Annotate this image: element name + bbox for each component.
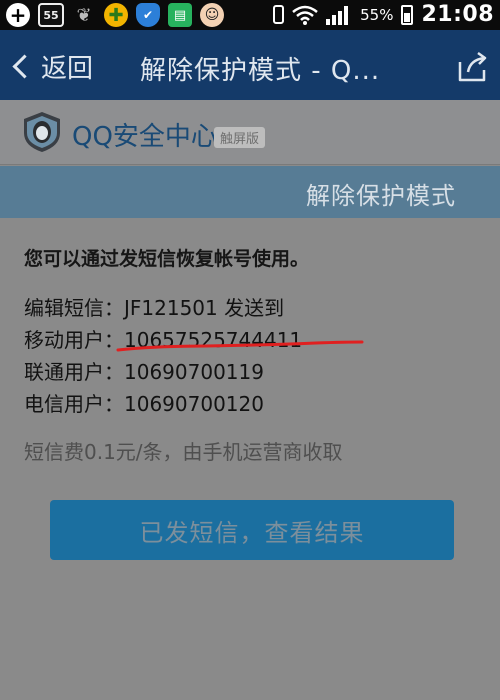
system-indicators: 55% 21:08 — [273, 2, 494, 27]
app-name: QQ安全中心 — [72, 122, 217, 152]
clock: 21:08 — [421, 2, 494, 27]
vibrate-icon — [273, 5, 285, 24]
section-bar: 解除保护模式 — [0, 166, 500, 218]
fee-note: 短信费0.1元/条，由手机运营商收取 — [24, 440, 343, 464]
chevron-left-icon — [12, 53, 37, 79]
intro-text: 您可以通过发短信恢复帐号使用。 — [24, 248, 310, 270]
qq-security-logo-icon — [24, 112, 60, 152]
signal-icon — [326, 5, 349, 25]
section-title: 解除保护模式 — [306, 182, 456, 210]
badge-55-icon: 55 — [38, 3, 64, 27]
book-icon: ▤ — [168, 3, 192, 27]
sms-instruction: 编辑短信：JF121501 发送到 — [24, 296, 285, 320]
unicom-number: 联通用户：10690700119 — [24, 360, 264, 384]
touch-version-badge: 触屏版 — [214, 127, 266, 148]
page-title: 解除保护模式 - Q... — [140, 56, 381, 86]
telecom-number: 电信用户：10690700120 — [24, 392, 264, 416]
shield-icon: ✔ — [136, 3, 160, 27]
check-result-button[interactable]: 已发短信，查看结果 — [50, 500, 454, 560]
avatar-icon: ☺ — [200, 3, 224, 27]
add-icon: + — [6, 3, 30, 27]
leaf-icon: ❦ — [76, 4, 92, 26]
badge-55-text: 55 — [43, 8, 59, 22]
check-result-label: 已发短信，查看结果 — [139, 518, 365, 547]
status-bar: + 55 ❦ ✚ ✔ ▤ ☺ 55% 21:08 — [0, 0, 500, 30]
red-underline-annotation — [116, 340, 364, 352]
main-content: 您可以通过发短信恢复帐号使用。 编辑短信：JF121501 发送到 移动用户：1… — [0, 218, 500, 700]
title-bar: 返回 解除保护模式 - Q... — [0, 30, 500, 100]
back-label: 返回 — [41, 53, 94, 84]
app-header: QQ安全中心 触屏版 — [0, 100, 500, 165]
notification-icons: + 55 ❦ ✚ ✔ ▤ ☺ — [6, 3, 224, 27]
battery-icon — [401, 4, 414, 25]
wifi-icon — [292, 5, 318, 25]
share-icon[interactable] — [456, 50, 490, 84]
battery-percent: 55% — [360, 5, 394, 24]
back-button[interactable]: 返回 — [10, 48, 93, 84]
plus-icon: ✚ — [104, 3, 128, 27]
